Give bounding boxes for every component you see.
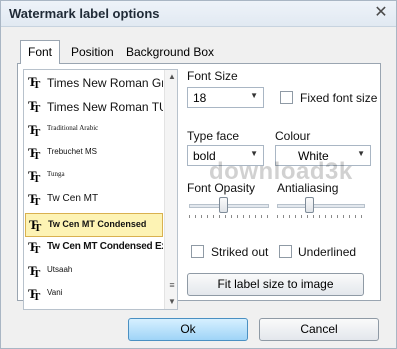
ok-button[interactable]: Ok [128,318,248,341]
font-name-label: Tunga [47,170,65,178]
truetype-font-icon: T [29,218,43,234]
truetype-font-icon: T [28,99,42,115]
font-name-label: Tw Cen MT Condensed Extra [47,241,163,252]
font-name-label: Tw Cen MT Condensed [48,219,147,229]
chevron-down-icon: ▼ [250,149,258,158]
slider-ticks [189,215,269,218]
window-title: Watermark label options [9,6,160,21]
download3k-watermark: download3k [209,158,353,185]
tab-background-box[interactable]: Background Box [120,43,220,63]
font-name-label: Vani [47,288,63,297]
font-name-label: Traditional Arabic [47,124,99,132]
font-list-item[interactable]: T Traditional Arabic [25,119,163,143]
font-name-label: Times New Roman TUR [47,100,163,114]
truetype-font-icon: T [28,287,42,303]
font-size-value: 18 [193,91,207,105]
slider-thumb[interactable] [305,197,314,213]
cancel-button[interactable]: Cancel [259,318,379,341]
chevron-down-icon: ▼ [357,149,365,158]
truetype-font-icon: T [28,75,42,91]
font-listbox[interactable]: T Times New Roman Gree T Times New Roman TU… [23,69,178,310]
font-size-label: Font Size [187,69,238,83]
striked-out-checkbox[interactable] [191,245,204,258]
font-list-item[interactable]: T Tunga [25,165,163,189]
titlebar: Watermark label options ✕ [1,1,396,27]
scroll-up-icon[interactable]: ▲ [167,72,177,82]
font-list-item[interactable]: TVerdana [25,306,163,309]
font-name-label: Utsaah [47,265,73,274]
tab-font[interactable]: Font [20,40,61,64]
font-list-item[interactable]: T Vani [25,283,163,307]
font-size-combo[interactable]: 18 ▼ [187,87,264,108]
font-name-label: Tw Cen MT [47,193,99,204]
chevron-down-icon: ▼ [250,91,258,100]
truetype-font-icon: T [28,146,42,162]
fixed-font-size-label: Fixed font size [300,91,378,105]
fit-label-size-button[interactable]: Fit label size to image [187,273,364,296]
truetype-font-icon: T [28,123,42,139]
truetype-font-icon: T [28,169,42,185]
close-icon[interactable]: ✕ [374,5,388,21]
font-list-item[interactable]: T Times New Roman TUR [25,95,163,119]
dialog-window: Watermark label options ✕ Font Position … [0,0,397,349]
scroll-thumb-icon[interactable]: ≡ [167,280,177,290]
slider-thumb[interactable] [219,197,228,213]
font-name-label: Trebuchet MS [47,147,97,156]
underlined-checkbox[interactable] [279,245,292,258]
slider-track [189,204,269,208]
font-list-item[interactable]: T Utsaah [25,260,163,284]
slider-ticks [277,215,365,218]
font-list-item[interactable]: T Tw Cen MT Condensed [25,213,163,237]
font-list-item[interactable]: T Times New Roman Gree [25,71,163,95]
font-name-label: Times New Roman Gree [47,76,163,90]
antialiasing-slider[interactable] [277,197,365,218]
font-opacity-slider[interactable] [189,197,269,218]
truetype-font-icon: T [28,240,42,256]
font-list-scrollbar[interactable]: ▲ ≡ ▼ [164,70,177,309]
colour-label: Colour [275,129,311,143]
tab-position[interactable]: Position [65,43,120,63]
slider-track [277,204,365,208]
font-list-item[interactable]: T Tw Cen MT [25,188,163,212]
font-list-item[interactable]: T Trebuchet MS [25,142,163,166]
scroll-down-icon[interactable]: ▼ [167,297,177,307]
truetype-font-icon: T [28,192,42,208]
fixed-font-size-checkbox[interactable] [280,91,293,104]
underlined-label: Underlined [298,245,357,259]
striked-out-label: Striked out [211,245,269,259]
font-list-item[interactable]: T Tw Cen MT Condensed Extra [25,236,163,260]
type-face-label: Type face [187,129,240,143]
truetype-font-icon: T [28,264,42,280]
